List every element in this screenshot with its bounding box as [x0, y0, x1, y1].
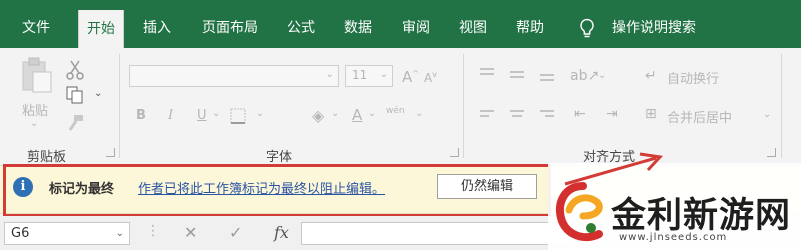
line-mark — [510, 71, 524, 73]
copy-dropdown-icon[interactable]: ⌄ — [94, 88, 102, 99]
tab-insert[interactable]: 插入 — [143, 0, 171, 48]
watermark-text: 金利新游网 — [611, 196, 792, 236]
ribbon: 粘贴 ⌄ ⌄ 剪贴板 ⌄ 11 ⌄ A^ Av B I U ⌄ ⌄ ◈ ⌄ A … — [0, 48, 801, 166]
chevron-down-icon[interactable]: ⌄ — [326, 69, 334, 80]
paste-icon[interactable] — [20, 56, 54, 94]
ribbon-tab-bar: 文件 开始 插入 页面布局 公式 数据 审阅 视图 帮助 操作说明搜索 — [0, 0, 801, 48]
merge-center-button[interactable]: 合并后居中 — [667, 107, 732, 126]
name-box-value: G6 — [11, 226, 30, 241]
cancel-icon[interactable]: ✕ — [184, 223, 197, 242]
group-divider — [463, 54, 464, 158]
phonetic-dropdown-icon[interactable]: ⌄ — [415, 108, 423, 119]
font-name-combo[interactable]: ⌄ — [129, 65, 339, 87]
clipboard-launcher-icon[interactable] — [106, 148, 115, 157]
wrap-text-icon[interactable]: ↵ — [645, 68, 657, 84]
group-divider — [119, 54, 120, 158]
chevron-down-icon[interactable]: ⌄ — [380, 69, 388, 80]
bold-button[interactable]: B — [136, 108, 146, 123]
tab-help[interactable]: 帮助 — [516, 0, 544, 48]
line-mark — [480, 73, 494, 75]
clipboard-group-label: 剪贴板 — [27, 150, 67, 165]
merge-dropdown-icon[interactable]: ⌄ — [763, 109, 771, 120]
alignment-launcher-icon[interactable] — [767, 148, 776, 157]
underline-dropdown-icon[interactable]: ⌄ — [212, 108, 220, 119]
tell-me-search[interactable]: 操作说明搜索 — [612, 0, 696, 48]
watermark-url: www.jlnseeds.com — [619, 232, 728, 243]
line-mark — [545, 115, 554, 117]
tab-formulas[interactable]: 公式 — [287, 0, 315, 48]
borders-dropdown-icon[interactable]: ⌄ — [256, 108, 264, 119]
copy-icon[interactable] — [66, 86, 84, 104]
chevron-down-icon[interactable]: ⌄ — [116, 223, 124, 244]
enter-icon[interactable]: ✓ — [229, 223, 242, 242]
borders-icon[interactable] — [230, 108, 248, 124]
fill-color-icon[interactable]: ◈ — [312, 106, 324, 125]
line-mark — [540, 79, 554, 81]
group-divider — [781, 54, 782, 158]
line-mark — [480, 110, 494, 112]
tab-review[interactable]: 审阅 — [402, 0, 430, 48]
font-launcher-icon[interactable] — [450, 148, 459, 157]
font-size-combo[interactable]: 11 ⌄ — [345, 65, 393, 87]
lightbulb-icon — [580, 18, 594, 38]
line-mark — [510, 110, 524, 112]
format-painter-icon[interactable] — [66, 114, 84, 132]
increase-indent-icon[interactable]: ⇥ — [606, 106, 618, 122]
line-mark — [540, 74, 554, 76]
font-size-value: 11 — [352, 68, 368, 82]
decrease-indent-icon[interactable]: ⇤ — [574, 106, 586, 122]
decrease-font-icon[interactable]: Av — [424, 70, 437, 85]
font-group-label: 字体 — [266, 150, 293, 165]
line-mark — [480, 115, 489, 117]
tab-file[interactable]: 文件 — [22, 0, 50, 48]
phonetic-guide-icon[interactable]: wén — [386, 106, 405, 116]
name-box[interactable]: G6 ⌄ — [4, 222, 130, 245]
insert-function-icon[interactable]: fx — [274, 223, 289, 242]
font-color-button[interactable]: A — [352, 106, 362, 124]
chevron-down-icon[interactable]: ⌄ — [30, 118, 38, 129]
arrow-icon — [564, 152, 664, 186]
italic-button[interactable]: I — [168, 108, 173, 123]
increase-font-icon[interactable]: A^ — [402, 68, 419, 86]
edit-anyway-button[interactable]: 仍然编辑 — [437, 174, 537, 199]
line-mark — [540, 110, 554, 112]
merge-center-icon[interactable]: ⊞ — [645, 106, 657, 122]
info-icon: i — [13, 177, 33, 197]
font-color-dropdown-icon[interactable]: ⌄ — [368, 108, 376, 119]
tab-view[interactable]: 视图 — [459, 0, 487, 48]
message-link[interactable]: 作者已将此工作簿标记为最终以阻止编辑。 — [138, 178, 385, 197]
tab-data[interactable]: 数据 — [344, 0, 372, 48]
line-mark — [480, 68, 494, 70]
tab-home[interactable]: 开始 — [78, 10, 124, 48]
tab-page-layout[interactable]: 页面布局 — [202, 0, 258, 48]
underline-button[interactable]: U — [197, 108, 207, 123]
message-title: 标记为最终 — [49, 182, 115, 197]
orientation-dropdown-icon[interactable]: ⌄ — [598, 70, 606, 81]
fill-color-dropdown-icon[interactable]: ⌄ — [331, 108, 339, 119]
more-handle-icon[interactable]: ⋮ — [146, 223, 160, 239]
cut-icon[interactable] — [66, 60, 84, 80]
formula-input[interactable] — [301, 222, 571, 245]
line-mark — [510, 76, 524, 78]
paste-button-label[interactable]: 粘贴 — [22, 100, 48, 119]
orientation-icon[interactable]: ab↗ — [570, 68, 599, 84]
wrap-text-button[interactable]: 自动换行 — [667, 68, 719, 87]
line-mark — [512, 115, 522, 117]
